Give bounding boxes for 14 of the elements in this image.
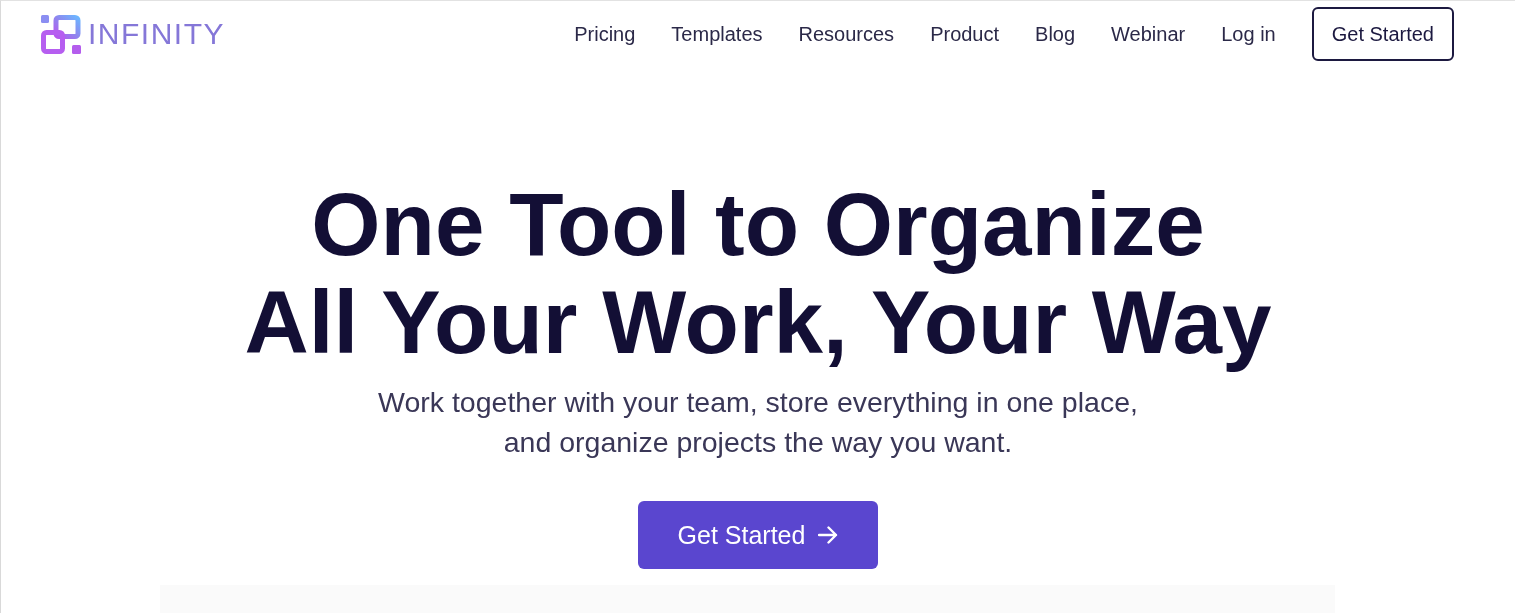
nav-link[interactable]: Log in — [1221, 22, 1276, 46]
nav-link[interactable]: Product — [930, 22, 1000, 46]
nav-link[interactable]: Blog — [1035, 22, 1076, 46]
nav-link[interactable]: Webinar — [1111, 22, 1186, 46]
get-started-button[interactable]: Get Started — [638, 501, 878, 569]
arrow-right-icon — [818, 526, 839, 544]
hero-headline: One Tool to Organize All Your Work, Your Way — [243, 173, 1273, 374]
logo-icon — [41, 14, 81, 54]
nav-link[interactable]: Pricing — [574, 22, 636, 46]
logo-wordmark: INFINITY — [88, 19, 225, 49]
nav-link[interactable]: Resources — [798, 22, 895, 46]
get-started-button[interactable]: Get Started — [1311, 7, 1454, 61]
hero-subtitle: Work together with your team, store everything in one place, and organize projects the way you want. — [378, 385, 1138, 460]
nav-link[interactable]: Templates — [671, 22, 763, 46]
